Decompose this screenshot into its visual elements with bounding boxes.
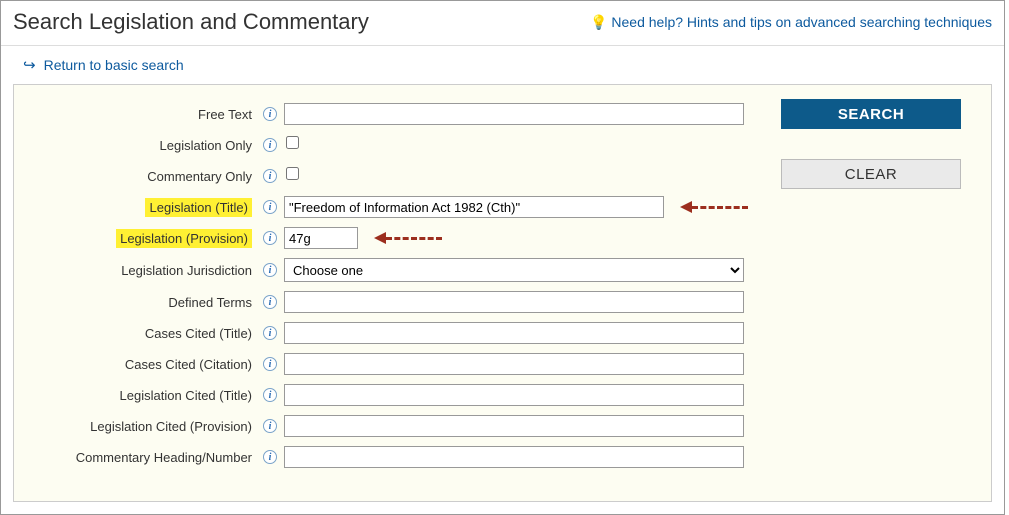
- label-defined-terms: Defined Terms: [34, 295, 256, 310]
- info-icon[interactable]: i: [263, 169, 277, 183]
- clear-button[interactable]: CLEAR: [781, 159, 961, 189]
- main-container: Search Legislation and Commentary 💡 Need…: [0, 0, 1005, 515]
- help-link[interactable]: 💡 Need help? Hints and tips on advanced …: [590, 14, 992, 31]
- arrow-annotation-icon: [374, 232, 442, 244]
- label-legislation-only: Legislation Only: [34, 138, 256, 153]
- label-legislation-title: Legislation (Title): [145, 198, 252, 217]
- legislation-provision-input[interactable]: [284, 227, 358, 249]
- label-cases-cited-title: Cases Cited (Title): [34, 326, 256, 341]
- info-icon[interactable]: i: [263, 295, 277, 309]
- return-bar: ↩ Return to basic search: [1, 46, 1004, 84]
- page-title: Search Legislation and Commentary: [13, 9, 369, 35]
- label-free-text: Free Text: [34, 107, 256, 122]
- row-legislation-jurisdiction: Legislation Jurisdiction i Choose one: [34, 258, 971, 282]
- return-to-basic-link[interactable]: Return to basic search: [44, 57, 184, 73]
- row-commentary-heading: Commentary Heading/Number i: [34, 446, 971, 468]
- info-icon[interactable]: i: [263, 357, 277, 371]
- info-icon[interactable]: i: [263, 450, 277, 464]
- row-legislation-cited-title: Legislation Cited (Title) i: [34, 384, 971, 406]
- legislation-jurisdiction-select[interactable]: Choose one: [284, 258, 744, 282]
- action-buttons: SEARCH CLEAR: [781, 99, 961, 189]
- info-icon[interactable]: i: [263, 263, 277, 277]
- label-legislation-cited-provision: Legislation Cited (Provision): [34, 419, 256, 434]
- info-icon[interactable]: i: [263, 138, 277, 152]
- commentary-heading-input[interactable]: [284, 446, 744, 468]
- label-commentary-only: Commentary Only: [34, 169, 256, 184]
- lightbulb-icon: 💡: [590, 14, 607, 31]
- legislation-title-input[interactable]: [284, 196, 664, 218]
- legislation-cited-title-input[interactable]: [284, 384, 744, 406]
- commentary-only-checkbox[interactable]: [286, 167, 299, 180]
- label-commentary-heading: Commentary Heading/Number: [34, 450, 256, 465]
- free-text-input[interactable]: [284, 103, 744, 125]
- info-icon[interactable]: i: [263, 326, 277, 340]
- cases-cited-title-input[interactable]: [284, 322, 744, 344]
- label-legislation-provision: Legislation (Provision): [116, 229, 252, 248]
- info-icon[interactable]: i: [263, 388, 277, 402]
- search-form: SEARCH CLEAR Free Text i Legislation Onl…: [13, 84, 992, 502]
- label-legislation-cited-title: Legislation Cited (Title): [34, 388, 256, 403]
- legislation-cited-provision-input[interactable]: [284, 415, 744, 437]
- info-icon[interactable]: i: [263, 107, 277, 121]
- row-cases-cited-title: Cases Cited (Title) i: [34, 322, 971, 344]
- defined-terms-input[interactable]: [284, 291, 744, 313]
- label-legislation-jurisdiction: Legislation Jurisdiction: [34, 263, 256, 278]
- row-cases-cited-citation: Cases Cited (Citation) i: [34, 353, 971, 375]
- legislation-only-checkbox[interactable]: [286, 136, 299, 149]
- row-defined-terms: Defined Terms i: [34, 291, 971, 313]
- cases-cited-citation-input[interactable]: [284, 353, 744, 375]
- info-icon[interactable]: i: [263, 231, 277, 245]
- row-legislation-provision: Legislation (Provision) i: [34, 227, 971, 249]
- info-icon[interactable]: i: [263, 200, 277, 214]
- return-arrow-icon: ↩: [23, 56, 36, 74]
- row-legislation-title: Legislation (Title) i: [34, 196, 971, 218]
- search-button[interactable]: SEARCH: [781, 99, 961, 129]
- info-icon[interactable]: i: [263, 419, 277, 433]
- help-link-text: Need help? Hints and tips on advanced se…: [611, 14, 992, 30]
- row-legislation-cited-provision: Legislation Cited (Provision) i: [34, 415, 971, 437]
- arrow-annotation-icon: [680, 201, 748, 213]
- page-header: Search Legislation and Commentary 💡 Need…: [1, 1, 1004, 46]
- label-cases-cited-citation: Cases Cited (Citation): [34, 357, 256, 372]
